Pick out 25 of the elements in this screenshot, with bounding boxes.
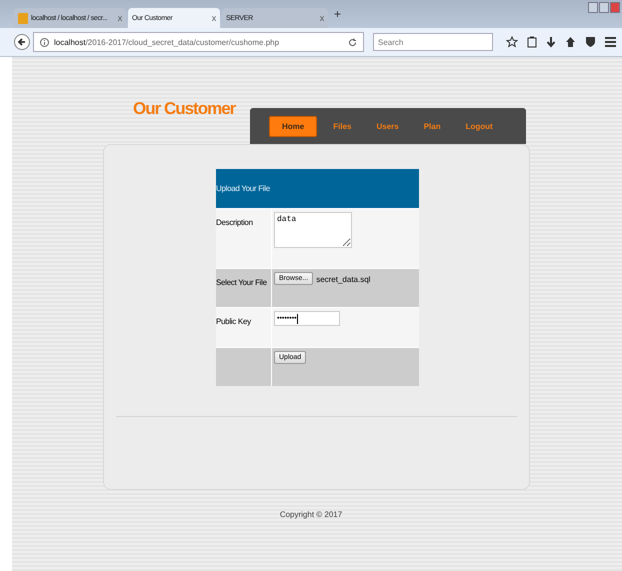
menu-icon[interactable]	[605, 37, 616, 47]
back-icon[interactable]	[14, 34, 30, 50]
address-bar[interactable]: localhost/2016-2017/cloud_secret_data/customer/cushome.php	[33, 32, 364, 52]
field-label: Select Your File	[216, 278, 267, 287]
search-field[interactable]: Search	[373, 33, 493, 51]
close-icon[interactable]: x	[212, 13, 216, 23]
reload-icon[interactable]	[348, 38, 357, 46]
shield-icon[interactable]	[585, 36, 596, 48]
info-icon[interactable]	[40, 38, 49, 46]
description-field[interactable]: data	[274, 212, 352, 248]
close-icon[interactable]: x	[118, 13, 122, 23]
file-name: secret_data.sql	[316, 275, 370, 284]
window-controls-icon[interactable]	[588, 2, 620, 13]
star-icon[interactable]	[506, 36, 518, 48]
close-icon[interactable]: x	[320, 13, 324, 23]
new-tab-button[interactable]: +	[334, 7, 342, 21]
field-label: Public Key	[216, 317, 251, 326]
field-label: Description	[216, 218, 253, 227]
page-icon	[18, 12, 28, 24]
nav-link[interactable]: Home	[269, 116, 318, 136]
download-icon[interactable]	[546, 36, 556, 48]
footer-text: Copyright © 2017	[278, 510, 344, 519]
site-title: Our Customer	[133, 99, 237, 119]
form-header: Upload Your File	[216, 169, 419, 208]
clipboard-icon[interactable]	[527, 36, 537, 48]
